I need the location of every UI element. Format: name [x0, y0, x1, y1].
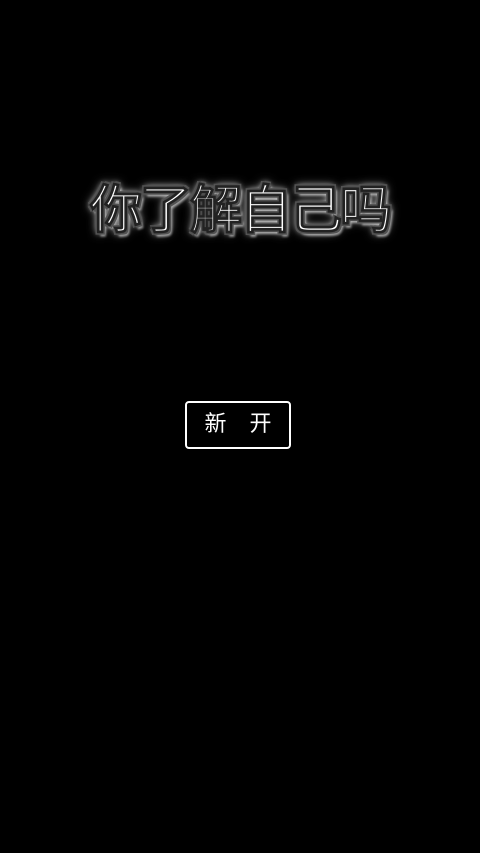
- game-title: 你了解自己吗: [89, 181, 392, 242]
- game-screen: 你了解自己吗 新 开: [0, 0, 480, 853]
- start-button[interactable]: 新 开: [185, 401, 291, 449]
